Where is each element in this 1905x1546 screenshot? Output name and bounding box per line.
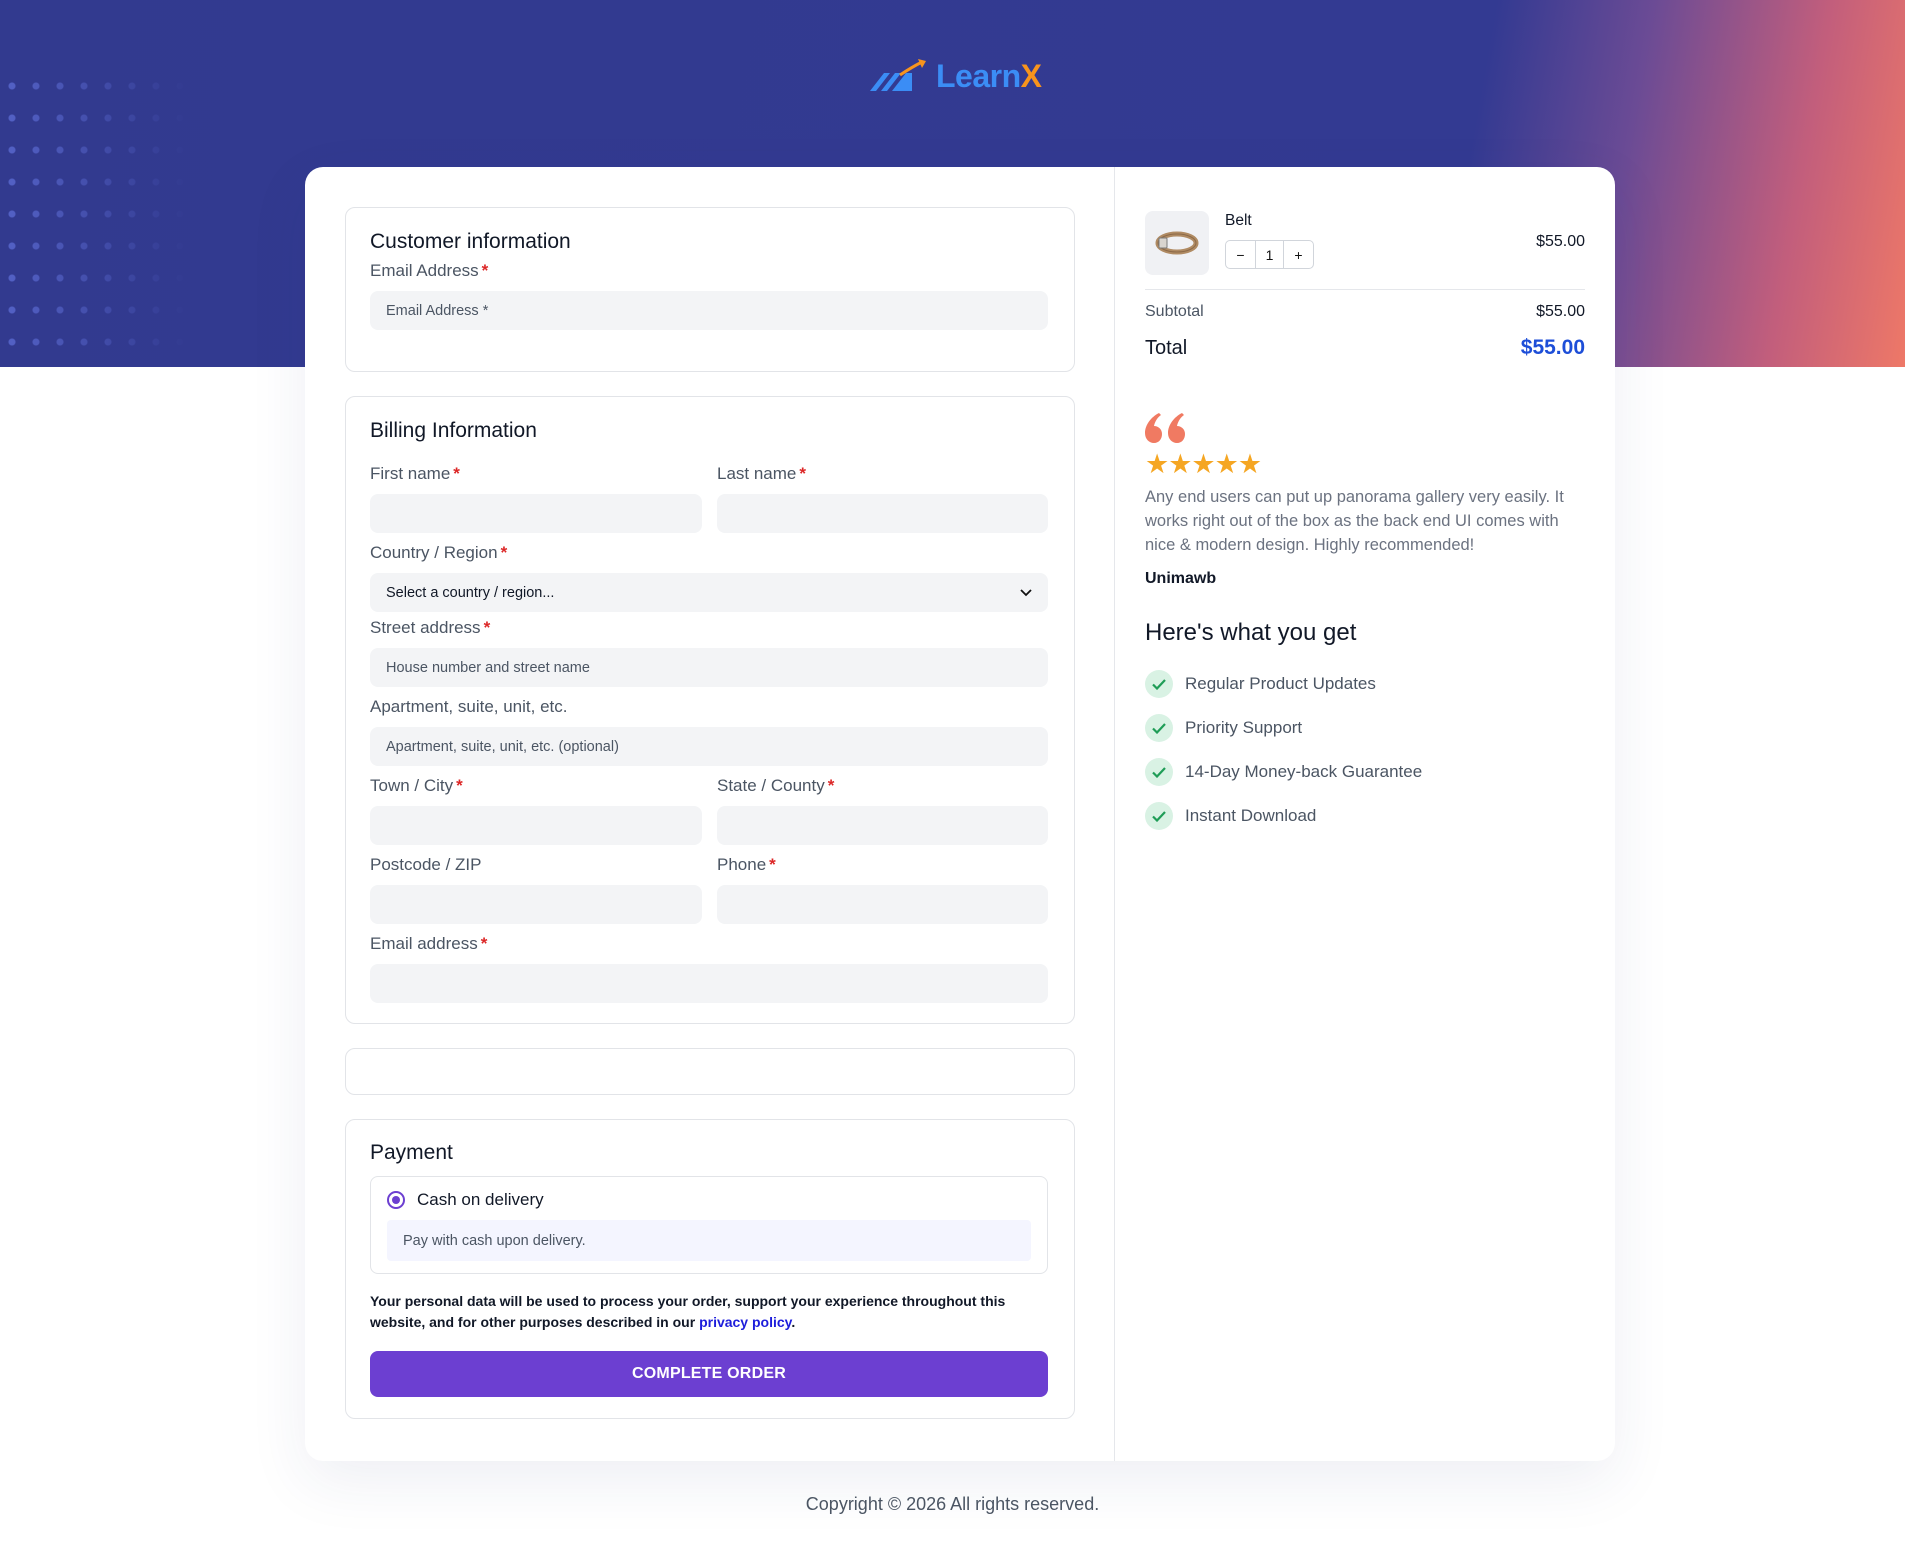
billing-email-label-text: Email address xyxy=(370,934,478,953)
quantity-minus-button[interactable]: − xyxy=(1226,241,1255,268)
brand-logo[interactable]: LearnX xyxy=(868,58,1042,95)
email-label-text: Email Address xyxy=(370,261,479,280)
billing-information-panel: Billing Information First name * Last nam… xyxy=(345,396,1075,1024)
benefit-item: Priority Support xyxy=(1145,714,1302,742)
billing-information-title: Billing Information xyxy=(370,419,537,442)
benefits-title: Here's what you get xyxy=(1145,619,1357,646)
checkout-card: Customer information Email Address * Emai… xyxy=(305,167,1615,1461)
required-mark: * xyxy=(769,855,776,874)
city-input[interactable] xyxy=(370,806,702,845)
email-label: Email Address * xyxy=(370,261,1048,281)
phone-label-text: Phone xyxy=(717,855,767,874)
required-mark: * xyxy=(500,543,508,562)
country-label-text: Country / Region xyxy=(370,543,498,562)
city-label-text: Town / City xyxy=(370,776,454,795)
quantity-value[interactable]: 1 xyxy=(1255,241,1284,268)
customer-information-title: Customer information xyxy=(370,230,571,253)
brand-name-accent: X xyxy=(1020,58,1042,94)
phone-input[interactable] xyxy=(717,885,1048,924)
column-divider xyxy=(1114,167,1115,1461)
quantity-plus-button[interactable]: + xyxy=(1284,241,1313,268)
quote-icon xyxy=(1145,413,1185,443)
empty-section-panel xyxy=(345,1048,1075,1095)
subtotal-label: Subtotal xyxy=(1145,303,1204,320)
subtotal-value: $55.00 xyxy=(1536,303,1585,320)
phone-label: Phone * xyxy=(717,855,1048,875)
brand-name: LearnX xyxy=(936,58,1042,95)
payment-method-box: Cash on delivery Pay with cash upon deli… xyxy=(370,1176,1048,1274)
total-label: Total xyxy=(1145,337,1188,359)
testimonial-text: Any end users can put up panorama galler… xyxy=(1145,488,1564,554)
payment-method-label: Cash on delivery xyxy=(417,1190,544,1209)
check-icon xyxy=(1145,714,1173,742)
country-label: Country / Region * xyxy=(370,543,1048,563)
product-price: $55.00 xyxy=(1536,233,1585,250)
check-icon xyxy=(1145,670,1173,698)
benefit-label: Instant Download xyxy=(1185,806,1317,825)
street-address-label-text: Street address xyxy=(370,618,481,637)
last-name-label: Last name * xyxy=(717,464,1048,484)
first-name-input[interactable] xyxy=(370,494,702,533)
billing-email-label: Email address * xyxy=(370,934,1048,954)
benefit-item: 14-Day Money-back Guarantee xyxy=(1145,758,1422,786)
brand-name-main: Learn xyxy=(936,58,1021,94)
benefit-item: Regular Product Updates xyxy=(1145,670,1376,698)
complete-order-button[interactable]: COMPLETE ORDER xyxy=(370,1351,1048,1397)
required-mark: * xyxy=(481,261,489,280)
payment-method-description: Pay with cash upon delivery. xyxy=(387,1220,1031,1261)
required-mark: * xyxy=(483,618,491,637)
state-label: State / County * xyxy=(717,776,1048,796)
benefit-label: Priority Support xyxy=(1185,718,1303,737)
privacy-notice-text: Your personal data will be used to proce… xyxy=(370,1293,1006,1330)
city-label: Town / City * xyxy=(370,776,702,796)
benefit-label: 14-Day Money-back Guarantee xyxy=(1185,762,1423,781)
apartment-label: Apartment, suite, unit, etc. xyxy=(370,697,568,716)
chevron-down-icon xyxy=(1020,588,1032,596)
benefit-label: Regular Product Updates xyxy=(1185,674,1376,693)
check-icon xyxy=(1145,802,1173,830)
billing-email-input[interactable] xyxy=(370,964,1048,1003)
privacy-notice: Your personal data will be used to proce… xyxy=(370,1291,1050,1333)
decorative-dots xyxy=(0,70,190,367)
state-label-text: State / County xyxy=(717,776,825,795)
required-mark: * xyxy=(453,464,460,483)
last-name-label-text: Last name xyxy=(717,464,797,483)
postcode-input[interactable] xyxy=(370,885,702,924)
privacy-policy-link[interactable]: privacy policy xyxy=(699,1314,791,1330)
country-select[interactable]: Select a country / region... xyxy=(370,573,1048,612)
testimonial-author: Unimawb xyxy=(1145,570,1217,587)
country-select-value: Select a country / region... xyxy=(386,584,555,601)
payment-panel: Payment Cash on delivery Pay with cash u… xyxy=(345,1119,1075,1419)
logo-mark-icon xyxy=(870,58,926,91)
required-mark: * xyxy=(480,934,488,953)
street-address-input[interactable]: House number and street name xyxy=(370,648,1048,687)
radio-selected-icon[interactable] xyxy=(387,1191,405,1209)
first-name-label-text: First name xyxy=(370,464,451,483)
quantity-stepper[interactable]: − 1 + xyxy=(1225,240,1314,269)
total-value: $55.00 xyxy=(1520,336,1585,359)
postcode-label: Postcode / ZIP xyxy=(370,855,482,874)
street-address-label: Street address * xyxy=(370,618,1048,638)
privacy-notice-end: . xyxy=(791,1314,796,1330)
product-name: Belt xyxy=(1225,212,1252,229)
required-mark: * xyxy=(456,776,463,795)
first-name-label: First name * xyxy=(370,464,702,484)
last-name-input[interactable] xyxy=(717,494,1048,533)
payment-title: Payment xyxy=(370,1141,453,1164)
product-thumbnail xyxy=(1145,211,1209,275)
state-input[interactable] xyxy=(717,806,1048,845)
customer-email-input[interactable]: Email Address * xyxy=(370,291,1048,330)
required-mark: * xyxy=(827,776,835,795)
customer-information-panel: Customer information Email Address * Emai… xyxy=(345,207,1075,372)
belt-image-icon xyxy=(1155,231,1199,255)
apartment-input[interactable]: Apartment, suite, unit, etc. (optional) xyxy=(370,727,1048,766)
required-mark: * xyxy=(799,464,807,483)
copyright-footer: Copyright © 2026 All rights reserved. xyxy=(805,1494,1100,1514)
benefit-item: Instant Download xyxy=(1145,802,1316,830)
rating-stars-icon: ★★★★★ xyxy=(1145,449,1262,479)
summary-divider xyxy=(1145,289,1585,290)
check-icon xyxy=(1145,758,1173,786)
payment-method-option[interactable]: Cash on delivery xyxy=(387,1190,544,1210)
